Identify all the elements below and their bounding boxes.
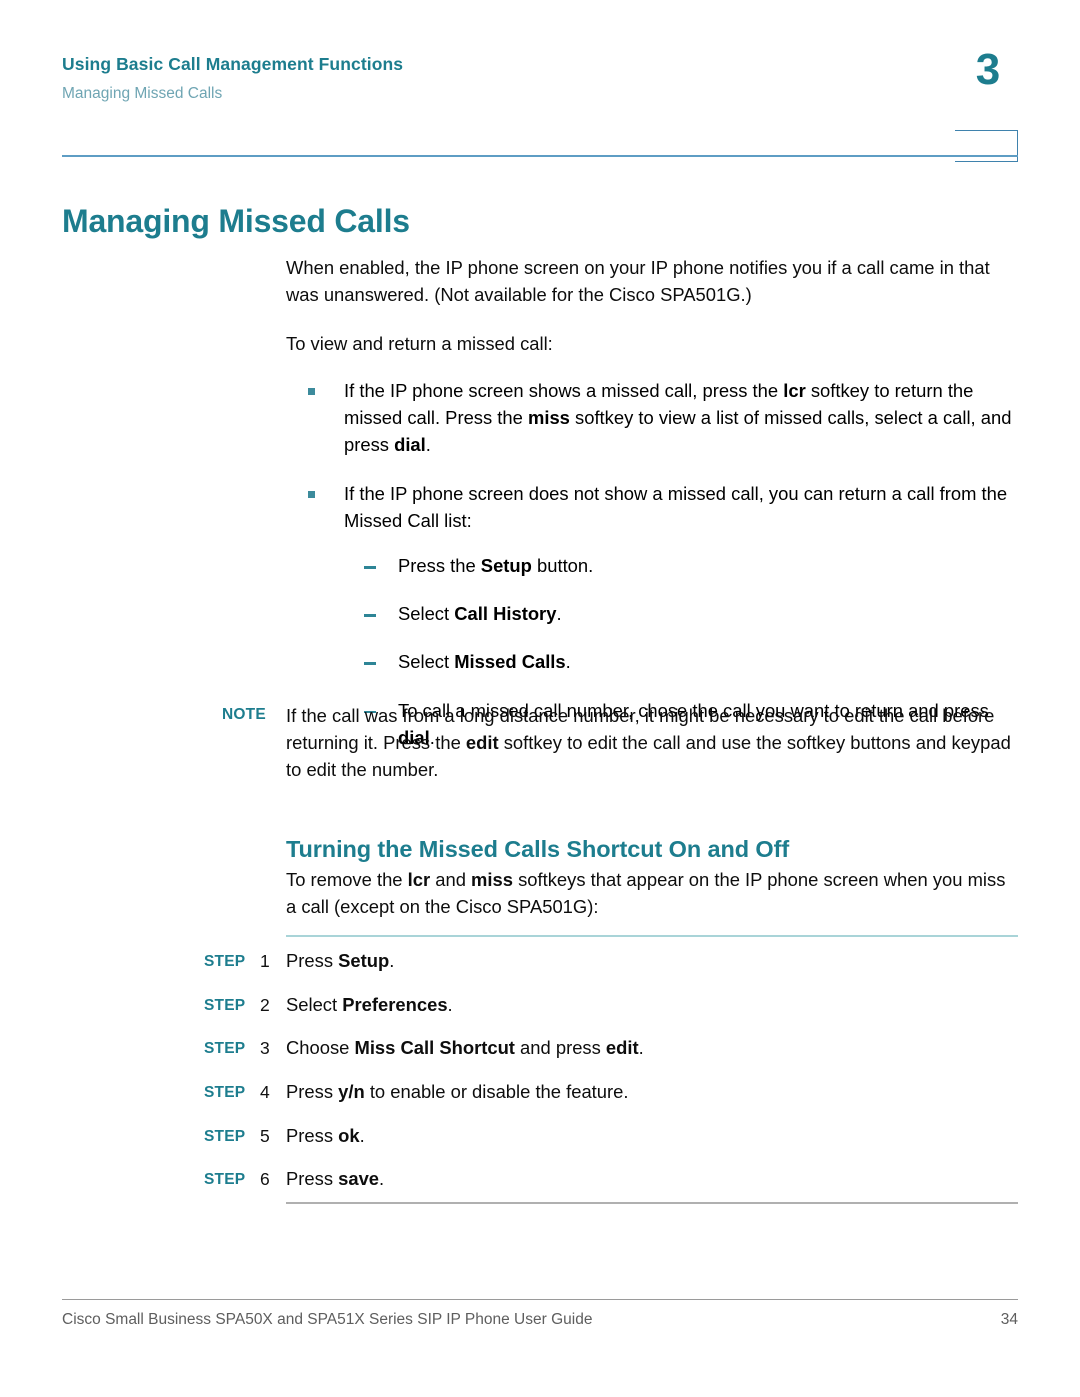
step-label: STEP: [204, 1040, 246, 1058]
text-run: Press: [286, 1168, 339, 1190]
text-run: .: [447, 993, 453, 1015]
step-row: STEP 4 Press y/n to enable or disable the …: [204, 1079, 1018, 1106]
dash-item: Select Missed Calls.: [344, 648, 1018, 675]
step-text: Press save.: [286, 1166, 1018, 1193]
dash-item: Select Call History.: [344, 600, 1018, 627]
step-row: STEP 1 Press Setup.: [204, 948, 1018, 975]
step-label: STEP: [204, 996, 246, 1014]
text-run: .: [638, 1037, 644, 1059]
text-run: .: [565, 651, 571, 673]
text-run: .: [379, 1168, 385, 1190]
text-run: If the IP phone screen shows a missed ca…: [344, 380, 784, 402]
step-number: 6: [260, 1169, 270, 1190]
step-number: 4: [260, 1082, 270, 1103]
page-footer: Cisco Small Business SPA50X and SPA51X S…: [62, 1311, 1018, 1329]
step-text: Press ok.: [286, 1123, 1018, 1150]
steps-divider-top: [286, 935, 1018, 937]
emphasis-term: ok: [338, 1124, 360, 1146]
text-run: To remove the: [286, 869, 408, 890]
text-run: and press: [514, 1037, 606, 1059]
emphasis-term: Setup: [338, 950, 390, 971]
emphasis-term: y/n: [338, 1081, 365, 1103]
step-number: 5: [260, 1125, 270, 1146]
text-run: Select: [398, 603, 455, 625]
note-block: NOTE If the call was from a long distanc…: [222, 702, 1018, 783]
emphasis-term: Preferences: [342, 993, 448, 1015]
running-header-subtitle: Managing Missed Calls: [62, 84, 223, 102]
text-run: Press: [286, 950, 339, 971]
emphasis-term: miss: [527, 407, 570, 429]
chapter-number: 3: [975, 45, 1001, 94]
note-text: If the call was from a long distance num…: [286, 702, 1018, 783]
emphasis-term: Missed Calls: [454, 651, 566, 673]
subsection-intro: To remove the lcr and miss softkeys that…: [286, 866, 1020, 920]
emphasis-term: edit: [605, 1037, 639, 1059]
note-label: NOTE: [222, 706, 266, 723]
running-header-title: Using Basic Call Management Functions: [62, 54, 404, 74]
text-run: Press: [286, 1124, 339, 1146]
text-run: If the IP phone screen does not show a m…: [344, 483, 1008, 532]
emphasis-term: edit: [465, 732, 499, 754]
body-content: When enabled, the IP phone screen on you…: [286, 254, 1018, 773]
subsection-title: Turning the Missed Calls Shortcut On and…: [286, 835, 790, 862]
bullet-list: If the IP phone screen shows a missed ca…: [286, 377, 1018, 750]
step-text: Choose Miss Call Shortcut and press edit…: [286, 1035, 1018, 1062]
emphasis-term: save: [338, 1168, 380, 1190]
footer-page-number: 34: [1000, 1311, 1018, 1328]
text-run: Select: [398, 651, 455, 673]
emphasis-term: miss: [471, 869, 513, 890]
step-text: Select Preferences.: [286, 992, 1018, 1019]
emphasis-term: Setup: [480, 555, 532, 577]
step-number: 2: [260, 994, 270, 1015]
step-number: 3: [260, 1038, 270, 1059]
header-divider: [62, 155, 1018, 157]
step-label: STEP: [204, 953, 246, 970]
step-number: 1: [260, 951, 270, 971]
chapter-tab-box: [955, 130, 1018, 162]
text-run: to enable or disable the feature.: [364, 1081, 629, 1103]
text-run: and: [430, 869, 472, 890]
text-run: Choose: [286, 1037, 355, 1059]
step-label: STEP: [204, 1127, 246, 1145]
text-run: Press the: [398, 555, 481, 577]
step-row: STEP 6 Press save.: [204, 1166, 1018, 1193]
document-page: Using Basic Call Management Functions Ma…: [0, 0, 1080, 1397]
step-row: STEP 3 Choose Miss Call Shortcut and press…: [204, 1035, 1018, 1062]
emphasis-term: lcr: [407, 869, 431, 890]
text-run: .: [359, 1124, 365, 1146]
running-header: Using Basic Call Management Functions Ma…: [62, 54, 862, 103]
emphasis-term: dial: [394, 434, 426, 456]
steps-list: STEP 1 Press Setup. STEP 2 Select Preferences…: [204, 948, 1018, 1193]
step-text: Press Setup.: [286, 948, 1018, 975]
footer-divider: [62, 1299, 1018, 1300]
emphasis-term: lcr: [783, 380, 806, 402]
intro-paragraph: When enabled, the IP phone screen on you…: [286, 257, 990, 306]
emphasis-term: Call History: [454, 603, 557, 625]
dash-item: Press the Setup button.: [344, 552, 1018, 579]
page-title: Managing Missed Calls: [62, 203, 410, 240]
text-run: .: [556, 603, 562, 625]
bullet-item-text: If the IP phone screen shows a missed ca…: [344, 380, 1011, 455]
emphasis-term: Miss Call Shortcut: [354, 1037, 515, 1059]
bullet-item-text: If the IP phone screen does not show a m…: [344, 483, 1007, 531]
text-run: button.: [531, 555, 594, 577]
steps-divider-bottom: [286, 1202, 1018, 1204]
lead-in-paragraph: To view and return a missed call:: [286, 333, 553, 355]
text-run: Select: [286, 993, 343, 1015]
step-label: STEP: [204, 1084, 246, 1102]
step-label: STEP: [204, 1171, 246, 1189]
text-run: .: [425, 434, 431, 456]
step-row: STEP 5 Press ok.: [204, 1123, 1018, 1150]
bullet-item: If the IP phone screen shows a missed ca…: [286, 377, 1018, 458]
text-run: .: [389, 950, 395, 971]
step-text: Press y/n to enable or disable the featu…: [286, 1079, 1018, 1106]
step-row: STEP 2 Select Preferences.: [204, 992, 1018, 1019]
text-run: Press: [286, 1081, 339, 1103]
footer-text: Cisco Small Business SPA50X and SPA51X S…: [62, 1311, 593, 1328]
